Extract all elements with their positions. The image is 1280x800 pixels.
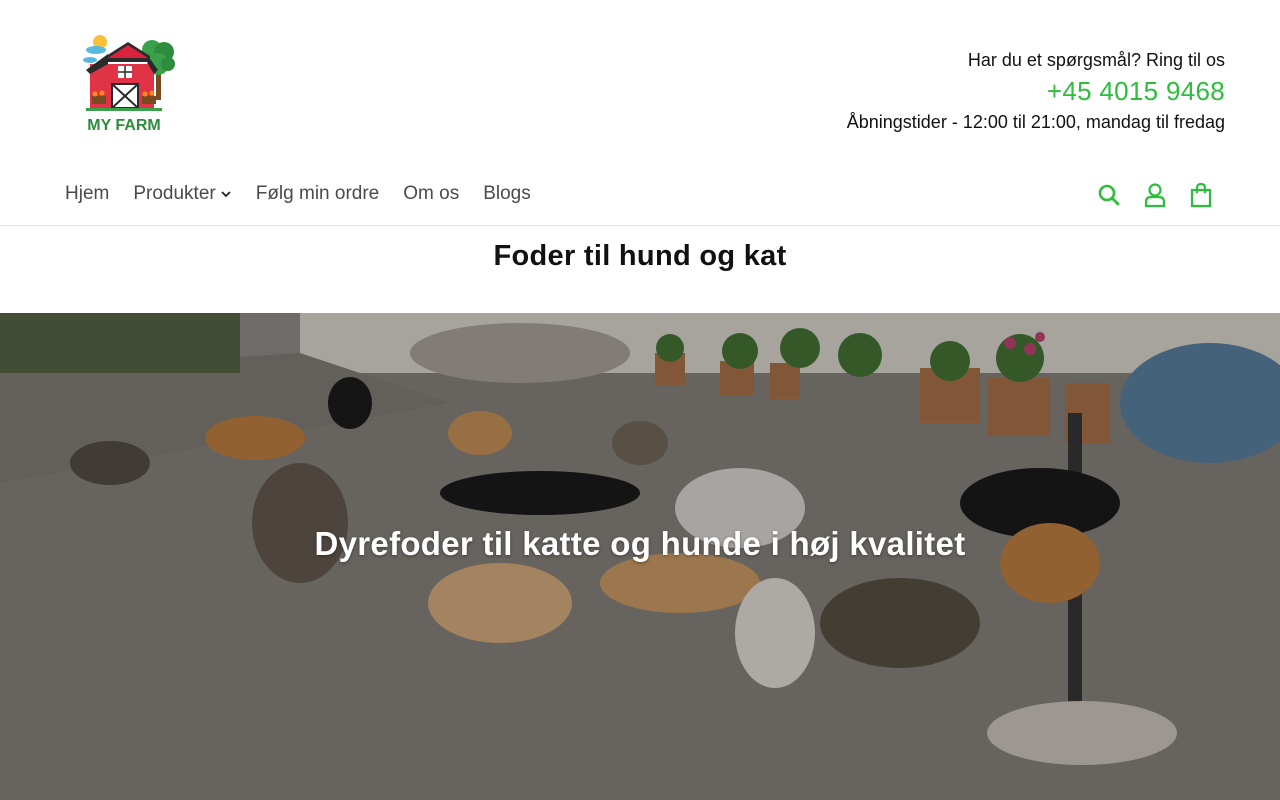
- nav-item-label: Hjem: [65, 183, 110, 204]
- contact-info: Har du et spørgsmål? Ring til os +45 401…: [847, 48, 1225, 134]
- main-nav: Hjem Produkter Følg min ordre Om os Blog…: [0, 172, 1280, 226]
- nav-item-about[interactable]: Om os: [403, 183, 459, 205]
- chevron-down-icon: [221, 191, 231, 198]
- nav-item-home[interactable]: Hjem: [65, 183, 109, 205]
- logo-text: MY FARM: [87, 117, 160, 134]
- nav-item-label: Følg min ordre: [255, 183, 380, 204]
- logo[interactable]: MY FARM: [78, 30, 178, 140]
- opening-hours: Åbningstider - 12:00 til 21:00, mandag t…: [846, 112, 1225, 132]
- nav-item-label: Blogs: [483, 183, 531, 204]
- search-icon[interactable]: [1096, 180, 1122, 210]
- nav-item-track-order[interactable]: Følg min ordre: [256, 183, 380, 205]
- nav-item-blogs[interactable]: Blogs: [483, 183, 531, 205]
- farm-logo-icon: MY FARM: [83, 35, 175, 134]
- account-icon[interactable]: [1142, 180, 1168, 210]
- page-title: Foder til hund og kat: [493, 240, 787, 272]
- contact-phone[interactable]: +45 4015 9468: [847, 74, 1225, 108]
- nav-item-label: Om os: [403, 183, 460, 204]
- hero-banner: Dyrefoder til katte og hunde i høj kvali…: [0, 313, 1280, 800]
- hero-heading: Dyrefoder til katte og hunde i høj kvali…: [314, 525, 966, 562]
- nav-item-products[interactable]: Produkter: [133, 183, 231, 205]
- contact-question: Har du et spørgsmål? Ring til os: [967, 50, 1225, 70]
- site-header: MY FARM Har du et spørgsmål? Ring til os…: [0, 0, 1280, 160]
- nav-item-label: Produkter: [133, 183, 216, 204]
- cart-icon[interactable]: [1188, 180, 1214, 210]
